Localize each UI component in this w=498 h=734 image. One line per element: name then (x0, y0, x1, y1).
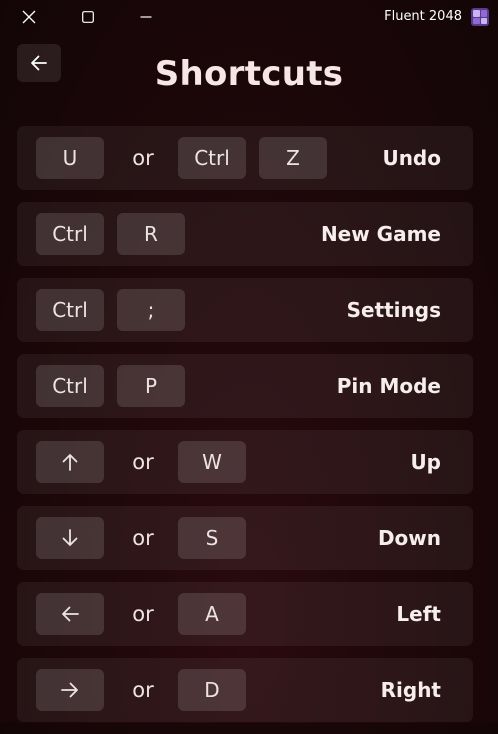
key-cap: Ctrl (36, 289, 104, 331)
app-title: Fluent 2048 (384, 9, 462, 24)
title-bar: Fluent 2048 (0, 0, 498, 34)
key-label: U (62, 146, 78, 170)
shortcut-action-label: Pin Mode (336, 374, 441, 398)
key-cap: P (117, 365, 185, 407)
maximize-icon (82, 11, 94, 23)
app-logo-icon (471, 8, 489, 26)
or-separator: or (132, 678, 154, 702)
key-cap: U (36, 137, 104, 179)
key-cap (36, 593, 104, 635)
shortcut-action-label: Undo (382, 146, 441, 170)
key-label: Ctrl (194, 146, 230, 170)
arrow-right-icon (59, 679, 81, 701)
maximize-button[interactable] (60, 0, 116, 34)
key-label: S (205, 526, 219, 550)
shortcut-row-up: or W Up (17, 430, 473, 494)
key-label: D (204, 678, 220, 702)
shortcut-row-undo: U or Ctrl Z Undo (17, 126, 473, 190)
shortcut-action-label: Up (410, 450, 441, 474)
shortcut-row-settings: Ctrl ; Settings (17, 278, 473, 342)
key-label: Ctrl (52, 374, 88, 398)
or-separator: or (132, 526, 154, 550)
close-icon (22, 10, 36, 24)
arrow-left-icon (59, 603, 81, 625)
shortcut-row-new-game: Ctrl R New Game (17, 202, 473, 266)
key-cap: Ctrl (36, 213, 104, 255)
key-label: A (205, 602, 219, 626)
key-cap (36, 517, 104, 559)
key-label: Ctrl (52, 298, 88, 322)
key-label: ; (147, 298, 155, 322)
arrow-up-icon (59, 451, 81, 473)
or-separator: or (132, 450, 154, 474)
shortcut-action-label: Left (396, 602, 441, 626)
key-cap: A (178, 593, 246, 635)
shortcut-row-left: or A Left (17, 582, 473, 646)
or-separator: or (132, 602, 154, 626)
key-cap: Z (259, 137, 327, 179)
minimize-button[interactable] (118, 0, 174, 34)
key-label: R (144, 222, 158, 246)
key-cap: W (178, 441, 246, 483)
shortcut-row-right: or D Right (17, 658, 473, 722)
shortcut-row-down: or S Down (17, 506, 473, 570)
key-cap: Ctrl (36, 365, 104, 407)
key-cap: R (117, 213, 185, 255)
shortcut-action-label: Right (380, 678, 441, 702)
shortcut-action-label: Settings (346, 298, 441, 322)
shortcut-row-pin-mode: Ctrl P Pin Mode (17, 354, 473, 418)
key-cap (36, 441, 104, 483)
key-cap: D (178, 669, 246, 711)
key-cap (36, 669, 104, 711)
key-cap: ; (117, 289, 185, 331)
key-label: P (144, 374, 158, 398)
key-label: Z (286, 146, 300, 170)
close-button[interactable] (1, 0, 57, 34)
shortcut-action-label: Down (377, 526, 441, 550)
page-title: Shortcuts (154, 54, 344, 94)
key-label: Ctrl (52, 222, 88, 246)
key-label: W (202, 450, 222, 474)
key-cap: Ctrl (178, 137, 246, 179)
shortcut-list: U or Ctrl Z Undo Ctrl R New Game Ctrl ; … (17, 126, 473, 734)
key-cap: S (178, 517, 246, 559)
minimize-icon (140, 11, 152, 23)
shortcut-action-label: New Game (320, 222, 441, 246)
arrow-down-icon (59, 527, 81, 549)
or-separator: or (132, 146, 154, 170)
